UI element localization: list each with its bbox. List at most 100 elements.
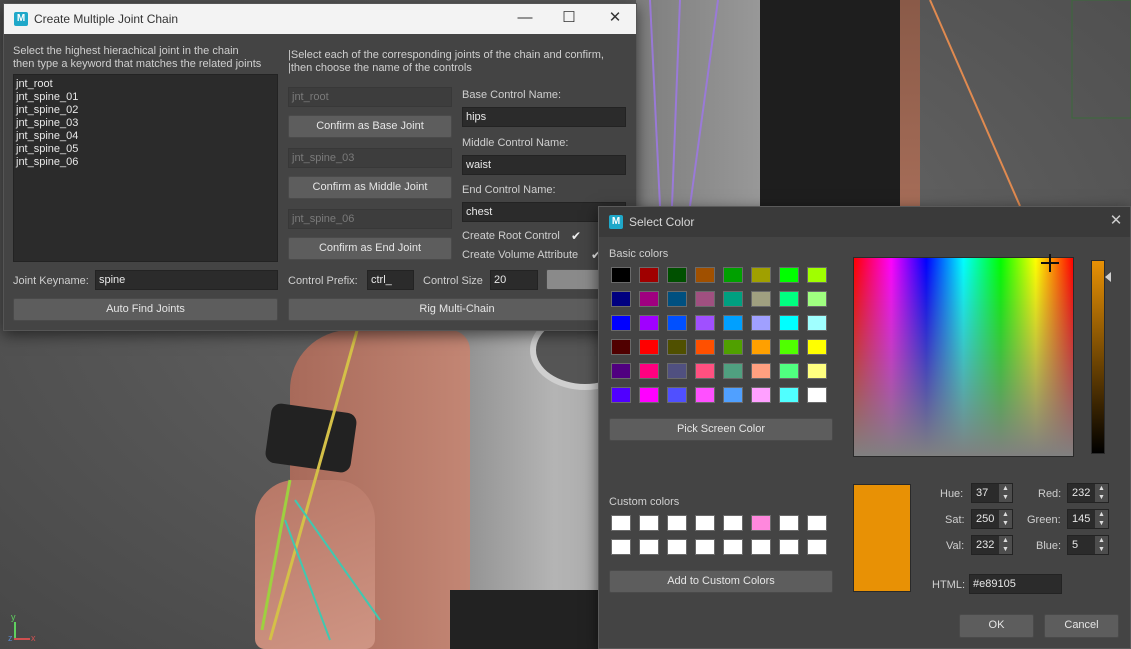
basic-color-swatch[interactable] <box>751 387 771 403</box>
maximize-button[interactable]: ☐ <box>546 4 592 34</box>
joint-list-item[interactable]: jnt_spine_05 <box>16 143 275 156</box>
basic-color-swatch[interactable] <box>611 339 631 355</box>
basic-color-swatch[interactable] <box>779 363 799 379</box>
basic-color-swatch[interactable] <box>723 339 743 355</box>
val-spinbox[interactable]: 232 ▲ ▼ <box>971 535 1013 555</box>
basic-color-swatch[interactable] <box>667 339 687 355</box>
joint-list[interactable]: jnt_root jnt_spine_01 jnt_spine_02 jnt_spin… <box>13 74 278 262</box>
minimize-button[interactable]: — <box>502 4 548 34</box>
custom-color-swatch[interactable] <box>779 539 799 555</box>
basic-color-swatch[interactable] <box>695 339 715 355</box>
color-dialog-close-button[interactable]: ✕ <box>1093 207 1131 237</box>
basic-color-swatch[interactable] <box>695 363 715 379</box>
html-color-input[interactable]: #e89105 <box>969 574 1062 594</box>
pick-screen-color-button[interactable]: Pick Screen Color <box>609 418 833 441</box>
basic-color-swatch[interactable] <box>807 339 827 355</box>
add-to-custom-colors-button[interactable]: Add to Custom Colors <box>609 570 833 593</box>
custom-color-swatch[interactable] <box>667 539 687 555</box>
base-joint-field[interactable]: jnt_root <box>288 87 452 107</box>
joint-keyname-input[interactable]: spine <box>95 270 278 290</box>
custom-color-swatch[interactable] <box>695 515 715 531</box>
middle-joint-field[interactable]: jnt_spine_03 <box>288 148 452 168</box>
basic-color-swatch[interactable] <box>667 291 687 307</box>
middle-control-input[interactable]: waist <box>462 155 626 175</box>
end-joint-field[interactable]: jnt_spine_06 <box>288 209 452 229</box>
basic-color-swatch[interactable] <box>723 363 743 379</box>
basic-color-swatch[interactable] <box>751 315 771 331</box>
create-root-control-checkbox[interactable]: ✔ <box>570 230 582 242</box>
red-spinbox[interactable]: 232 ▲ ▼ <box>1067 483 1109 503</box>
custom-color-swatch[interactable] <box>751 539 771 555</box>
custom-color-swatch[interactable] <box>611 539 631 555</box>
basic-color-swatch[interactable] <box>807 291 827 307</box>
green-stepper-arrows[interactable]: ▲ ▼ <box>1095 510 1108 528</box>
joint-list-item[interactable]: jnt_spine_06 <box>16 156 275 169</box>
joint-list-item[interactable]: jnt_spine_04 <box>16 130 275 143</box>
custom-color-swatch[interactable] <box>723 515 743 531</box>
basic-color-swatch[interactable] <box>723 291 743 307</box>
hue-stepper-arrows[interactable]: ▲ ▼ <box>999 484 1012 502</box>
val-stepper-arrows[interactable]: ▲ ▼ <box>999 536 1012 554</box>
sat-stepper-arrows[interactable]: ▲ ▼ <box>999 510 1012 528</box>
basic-color-swatch[interactable] <box>667 315 687 331</box>
value-slider-handle-icon[interactable] <box>1105 272 1111 282</box>
custom-color-swatch[interactable] <box>779 515 799 531</box>
custom-color-swatch[interactable] <box>695 539 715 555</box>
basic-color-swatch[interactable] <box>639 315 659 331</box>
basic-color-swatch[interactable] <box>695 291 715 307</box>
basic-color-swatch[interactable] <box>723 267 743 283</box>
cancel-button[interactable]: Cancel <box>1044 614 1119 638</box>
close-button[interactable]: ✕ <box>592 4 638 34</box>
basic-color-swatch[interactable] <box>639 291 659 307</box>
confirm-end-joint-button[interactable]: Confirm as End Joint <box>288 237 452 260</box>
custom-color-swatch[interactable] <box>807 539 827 555</box>
color-dialog-titlebar[interactable]: M Select Color ✕ <box>599 207 1130 237</box>
basic-color-swatch[interactable] <box>639 363 659 379</box>
rig-multi-chain-button[interactable]: Rig Multi-Chain <box>288 298 626 321</box>
basic-color-swatch[interactable] <box>611 387 631 403</box>
basic-color-swatch[interactable] <box>639 387 659 403</box>
base-control-input[interactable]: hips <box>462 107 626 127</box>
basic-color-swatch[interactable] <box>779 267 799 283</box>
sat-spinbox[interactable]: 250 ▲ ▼ <box>971 509 1013 529</box>
control-prefix-input[interactable]: ctrl_ <box>367 270 414 290</box>
confirm-middle-joint-button[interactable]: Confirm as Middle Joint <box>288 176 452 199</box>
basic-color-swatch[interactable] <box>807 387 827 403</box>
basic-color-swatch[interactable] <box>723 315 743 331</box>
auto-find-joints-button[interactable]: Auto Find Joints <box>13 298 278 321</box>
confirm-base-joint-button[interactable]: Confirm as Base Joint <box>288 115 452 138</box>
basic-color-swatch[interactable] <box>751 339 771 355</box>
basic-color-swatch[interactable] <box>779 339 799 355</box>
basic-color-swatch[interactable] <box>751 267 771 283</box>
chain-window-titlebar[interactable]: M Create Multiple Joint Chain — ☐ ✕ <box>4 4 636 34</box>
basic-color-swatch[interactable] <box>807 267 827 283</box>
basic-color-swatch[interactable] <box>695 315 715 331</box>
joint-list-item[interactable]: jnt_spine_03 <box>16 117 275 130</box>
basic-color-swatch[interactable] <box>639 267 659 283</box>
custom-color-swatch[interactable] <box>751 515 771 531</box>
basic-color-swatch[interactable] <box>611 291 631 307</box>
basic-color-swatch[interactable] <box>667 267 687 283</box>
basic-color-swatch[interactable] <box>807 363 827 379</box>
ok-button[interactable]: OK <box>959 614 1034 638</box>
basic-color-swatch[interactable] <box>779 387 799 403</box>
basic-color-swatch[interactable] <box>639 339 659 355</box>
basic-color-swatch[interactable] <box>807 315 827 331</box>
basic-color-swatch[interactable] <box>723 387 743 403</box>
joint-list-item[interactable]: jnt_spine_02 <box>16 104 275 117</box>
basic-color-swatch[interactable] <box>611 363 631 379</box>
custom-color-swatch[interactable] <box>667 515 687 531</box>
basic-color-swatch[interactable] <box>611 267 631 283</box>
basic-color-swatch[interactable] <box>695 387 715 403</box>
hue-saturation-spectrum[interactable] <box>853 257 1074 457</box>
basic-color-swatch[interactable] <box>667 363 687 379</box>
joint-list-item[interactable]: jnt_spine_01 <box>16 91 275 104</box>
custom-color-swatch[interactable] <box>723 539 743 555</box>
control-size-input[interactable]: 20 <box>490 270 538 290</box>
basic-color-swatch[interactable] <box>751 291 771 307</box>
green-spinbox[interactable]: 145 ▲ ▼ <box>1067 509 1109 529</box>
custom-color-swatch[interactable] <box>639 515 659 531</box>
basic-color-swatch[interactable] <box>779 291 799 307</box>
custom-color-swatch[interactable] <box>611 515 631 531</box>
value-slider[interactable] <box>1091 260 1105 454</box>
